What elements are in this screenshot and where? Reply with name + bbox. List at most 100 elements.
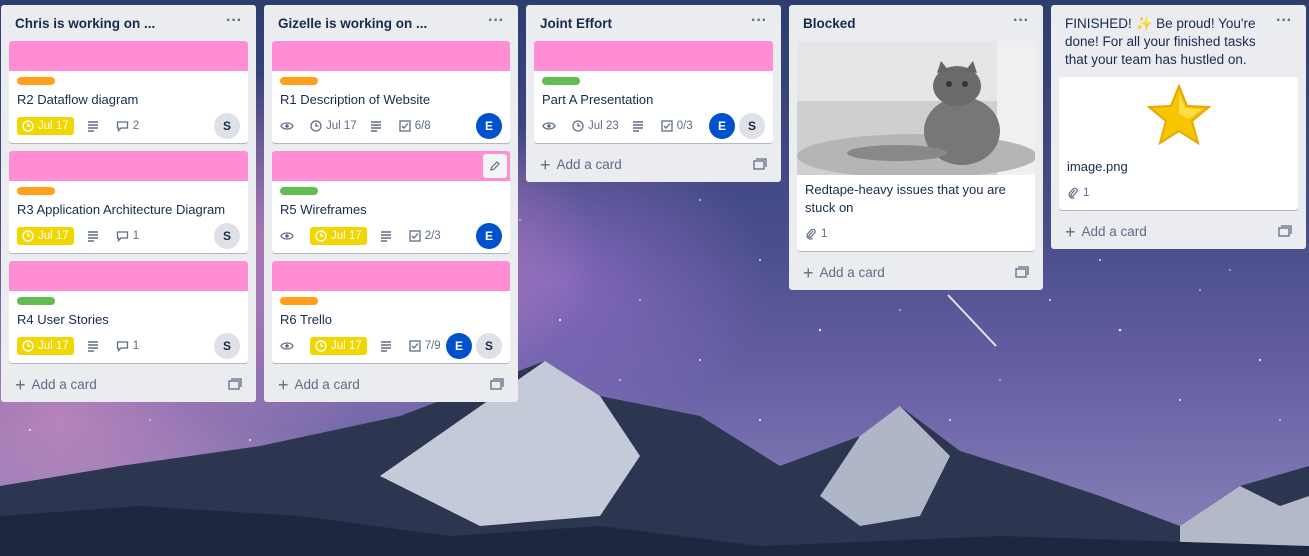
checklist-badge: 6/8 (399, 120, 431, 132)
card-title: R5 Wireframes (280, 202, 367, 217)
add-card-button[interactable]: + Add a card (797, 259, 1035, 282)
member-avatar[interactable]: E (709, 113, 735, 139)
due-date-badge[interactable]: Jul 17 (310, 337, 367, 355)
card[interactable]: R1 Description of Website Jul 17 6/8 E (272, 41, 510, 143)
label-orange[interactable] (17, 187, 55, 195)
comment-icon (116, 121, 128, 132)
checkbox-icon (399, 120, 411, 132)
label-orange[interactable] (280, 297, 318, 305)
list-title[interactable]: Blocked (803, 15, 856, 33)
due-date-badge[interactable]: Jul 17 (310, 120, 357, 132)
card[interactable]: Part A Presentation Jul 23 0/3 E S (534, 41, 773, 143)
card-template-icon[interactable] (1015, 266, 1029, 279)
list-menu-icon[interactable]: ··· (751, 13, 767, 29)
card[interactable]: R5 Wireframes Jul 17 2/3 E (272, 151, 510, 253)
due-date-badge[interactable]: Jul 17 (17, 337, 74, 355)
list-menu-icon[interactable]: ··· (226, 13, 242, 29)
label-orange[interactable] (17, 77, 55, 85)
plus-icon: + (15, 374, 26, 395)
checklist-badge: 7/9 (409, 340, 441, 352)
edit-pencil-icon[interactable] (483, 154, 507, 178)
add-card-button[interactable]: + Add a card (534, 151, 773, 174)
clock-icon (22, 340, 34, 352)
member-avatar[interactable]: S (476, 333, 502, 359)
description-icon (369, 120, 387, 132)
list-title[interactable]: Chris is working on ... (15, 15, 155, 33)
attachment-badge: 1 (1067, 187, 1089, 199)
comment-icon (116, 341, 128, 352)
member-avatar[interactable]: S (214, 223, 240, 249)
member-avatar[interactable]: S (214, 113, 240, 139)
member-avatar[interactable]: E (446, 333, 472, 359)
card-title: R2 Dataflow diagram (17, 92, 139, 107)
list-blocked: Blocked ··· Redtape-heavy issues that yo… (789, 5, 1043, 290)
card-template-icon[interactable] (490, 378, 504, 391)
list-header: Chris is working on ... ··· (9, 5, 248, 41)
due-date-badge[interactable]: Jul 17 (17, 227, 74, 245)
card[interactable]: image.png 1 (1059, 77, 1298, 210)
card-title: Redtape-heavy issues that you are stuck … (805, 182, 1006, 215)
list-header: FINISHED! ✨ Be proud! You're done! For a… (1059, 5, 1298, 77)
add-card-button[interactable]: + Add a card (9, 371, 248, 394)
due-date-badge[interactable]: Jul 17 (310, 227, 367, 245)
list-finished: FINISHED! ✨ Be proud! You're done! For a… (1051, 5, 1306, 249)
list-gizelle: Gizelle is working on ... ··· R1 Descrip… (264, 5, 518, 402)
list-menu-icon[interactable]: ··· (488, 13, 504, 29)
list-joint-effort: Joint Effort ··· Part A Presentation Jul… (526, 5, 781, 182)
checkbox-icon (409, 230, 421, 242)
list-title[interactable]: Joint Effort (540, 15, 612, 33)
member-avatar[interactable]: E (476, 113, 502, 139)
add-card-button[interactable]: + Add a card (1059, 218, 1298, 241)
list-title[interactable]: FINISHED! ✨ Be proud! You're done! For a… (1065, 15, 1275, 69)
card-title: R4 User Stories (17, 312, 109, 327)
member-avatar[interactable]: S (739, 113, 765, 139)
watch-icon (542, 120, 560, 132)
due-date-badge[interactable]: Jul 23 (572, 120, 619, 132)
clock-icon (22, 230, 34, 242)
member-avatar[interactable]: S (214, 333, 240, 359)
plus-icon: + (540, 154, 551, 175)
member-avatar[interactable]: E (476, 223, 502, 249)
plus-icon: + (278, 374, 289, 395)
label-green[interactable] (17, 297, 55, 305)
list-title[interactable]: Gizelle is working on ... (278, 15, 427, 33)
description-icon (379, 230, 397, 242)
checklist-badge: 2/3 (409, 230, 441, 242)
paperclip-icon (806, 228, 816, 240)
description-icon (86, 230, 104, 242)
list-menu-icon[interactable]: ··· (1276, 13, 1292, 29)
clock-icon (310, 120, 322, 132)
card[interactable]: R2 Dataflow diagram Jul 17 2 S (9, 41, 248, 143)
card[interactable]: R3 Application Architecture Diagram Jul … (9, 151, 248, 253)
due-date-badge[interactable]: Jul 17 (17, 117, 74, 135)
card[interactable]: Redtape-heavy issues that you are stuck … (797, 41, 1035, 251)
card-template-icon[interactable] (753, 158, 767, 171)
checklist-badge: 0/3 (661, 120, 693, 132)
comments-badge: 1 (116, 230, 139, 242)
description-icon (379, 340, 397, 352)
card-title: R3 Application Architecture Diagram (17, 202, 226, 217)
card-cover (534, 41, 773, 71)
add-card-button[interactable]: + Add a card (272, 371, 510, 394)
card[interactable]: R4 User Stories Jul 17 1 S (9, 261, 248, 363)
plus-icon: + (803, 262, 814, 283)
label-green[interactable] (542, 77, 580, 85)
list-header: Joint Effort ··· (534, 5, 773, 41)
card-title: R6 Trello (280, 312, 333, 327)
card-cover (9, 261, 248, 291)
list-header: Blocked ··· (797, 5, 1035, 41)
card-cover (272, 261, 510, 291)
label-orange[interactable] (280, 77, 318, 85)
label-green[interactable] (280, 187, 318, 195)
star-image (1059, 77, 1298, 152)
card-template-icon[interactable] (1278, 225, 1292, 238)
clock-icon (315, 230, 327, 242)
card[interactable]: R6 Trello Jul 17 7/9 E S (272, 261, 510, 363)
card-template-icon[interactable] (228, 378, 242, 391)
cat-photo (797, 41, 1035, 178)
card-title: image.png (1067, 159, 1128, 174)
attachment-badge: 1 (805, 228, 827, 240)
checkbox-icon (661, 120, 673, 132)
comments-badge: 1 (116, 340, 139, 352)
list-menu-icon[interactable]: ··· (1013, 13, 1029, 29)
